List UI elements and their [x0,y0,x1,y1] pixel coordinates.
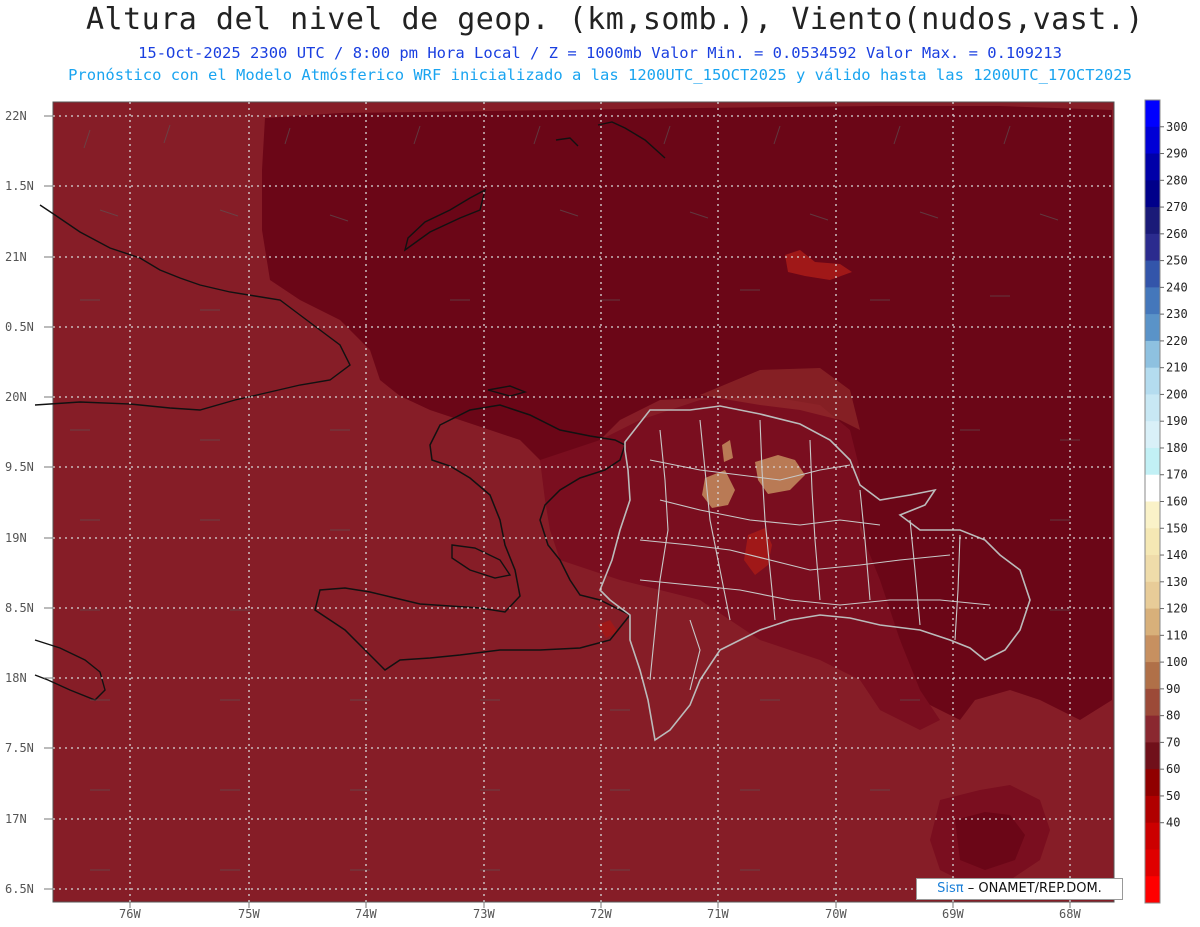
lon-label: 75W [238,907,260,921]
color-bar-label: 220 [1166,334,1188,348]
color-bar-swatch [1145,207,1160,235]
lat-label: 8.5N [5,601,34,615]
color-bar-swatch [1145,635,1160,663]
color-bar-swatch [1145,474,1160,502]
color-bar-label: 190 [1166,414,1188,428]
lat-label: 17N [5,812,27,826]
color-bar-label: 100 [1166,655,1188,669]
color-bar-swatch [1145,608,1160,636]
lat-label: 19N [5,531,27,545]
color-bar-swatch [1145,340,1160,369]
color-bar-swatch [1145,314,1160,342]
color-bar-label: 90 [1166,682,1180,696]
color-bar-swatch [1145,126,1160,155]
color-bar-swatch [1145,715,1160,743]
color-bar-label: 160 [1166,495,1188,509]
lat-label: 0.5N [5,320,34,334]
color-bar-swatch [1145,688,1160,717]
credit-text: – ONAMET/REP.DOM. [967,881,1102,896]
color-bar-swatch [1145,153,1160,181]
color-bar-swatch [1145,501,1160,529]
lat-label: 20N [5,390,27,404]
color-bar-label: 230 [1166,307,1188,321]
color-bar-label: 290 [1166,147,1188,161]
lon-label: 74W [355,907,377,921]
color-bar-swatch [1145,876,1160,904]
color-bar-swatch [1145,180,1160,208]
lat-label: 18N [5,671,27,685]
color-bar-swatch [1145,394,1160,422]
color-bar-label: 180 [1166,441,1188,455]
lon-label: 71W [707,907,729,921]
lat-label: 22N [5,109,27,123]
color-bar-swatch [1145,367,1160,395]
color-bar-swatch [1145,769,1160,797]
color-bar-label: 250 [1166,254,1188,268]
lon-label: 72W [590,907,612,921]
color-bar-label: 280 [1166,173,1188,187]
lat-label: 1.5N [5,179,34,193]
lat-label: 7.5N [5,741,34,755]
color-bar-label: 40 [1166,816,1180,830]
color-bar-label: 200 [1166,387,1188,401]
color-bar-swatch [1145,795,1160,824]
color-bar-label: 60 [1166,762,1180,776]
latitude-ticks [44,115,53,890]
color-bar-label: 150 [1166,521,1188,535]
sisp-logo-text: Sisπ [937,881,964,896]
color-bar-label: 110 [1166,628,1188,642]
color-bar-swatch [1145,260,1160,288]
color-bar-swatch [1145,555,1160,583]
color-bar-swatch [1145,581,1160,610]
lon-label: 76W [119,907,141,921]
color-bar-label: 300 [1166,120,1188,134]
color-bar-swatch [1145,100,1160,128]
latitude-labels: 22N 1.5N 21N 0.5N 20N 9.5N 19N 8.5N 18N … [5,109,34,896]
color-bar-label: 120 [1166,602,1188,616]
lon-label: 69W [942,907,964,921]
color-bar-label: 210 [1166,361,1188,375]
color-bar-swatch [1145,421,1160,449]
color-bar-swatch [1145,742,1160,770]
color-bar-swatch [1145,287,1160,315]
color-bar-label: 140 [1166,548,1188,562]
lat-label: 6.5N [5,882,34,896]
color-bar-label: 80 [1166,709,1180,723]
lat-label: 9.5N [5,460,34,474]
color-bar-legend: 300 290 280 270 260 250 240 230 220 210 200 190 180 1… [1144,99,1188,904]
color-bar-swatch [1145,233,1160,262]
color-bar-label: 260 [1166,227,1188,241]
lat-label: 21N [5,250,27,264]
lon-label: 68W [1059,907,1081,921]
color-bar-label: 270 [1166,200,1188,214]
color-bar-label: 170 [1166,468,1188,482]
lon-label: 70W [825,907,847,921]
color-bar-label: 70 [1166,735,1180,749]
lon-label: 73W [473,907,495,921]
color-bar-label: 240 [1166,280,1188,294]
longitude-labels: 76W 75W 74W 73W 72W 71W 70W 69W 68W [119,907,1081,921]
color-bar-label: 50 [1166,789,1180,803]
color-bar-swatch [1145,447,1160,476]
credit-box: Sisπ – ONAMET/REP.DOM. [916,878,1123,900]
forecast-map: 22N 1.5N 21N 0.5N 20N 9.5N 19N 8.5N 18N … [5,99,1188,921]
color-bar-swatch [1145,662,1160,690]
color-bar-label: 130 [1166,575,1188,589]
color-bar-swatch [1145,528,1160,556]
color-bar-swatch [1145,822,1160,850]
color-bar-swatch [1145,849,1160,877]
